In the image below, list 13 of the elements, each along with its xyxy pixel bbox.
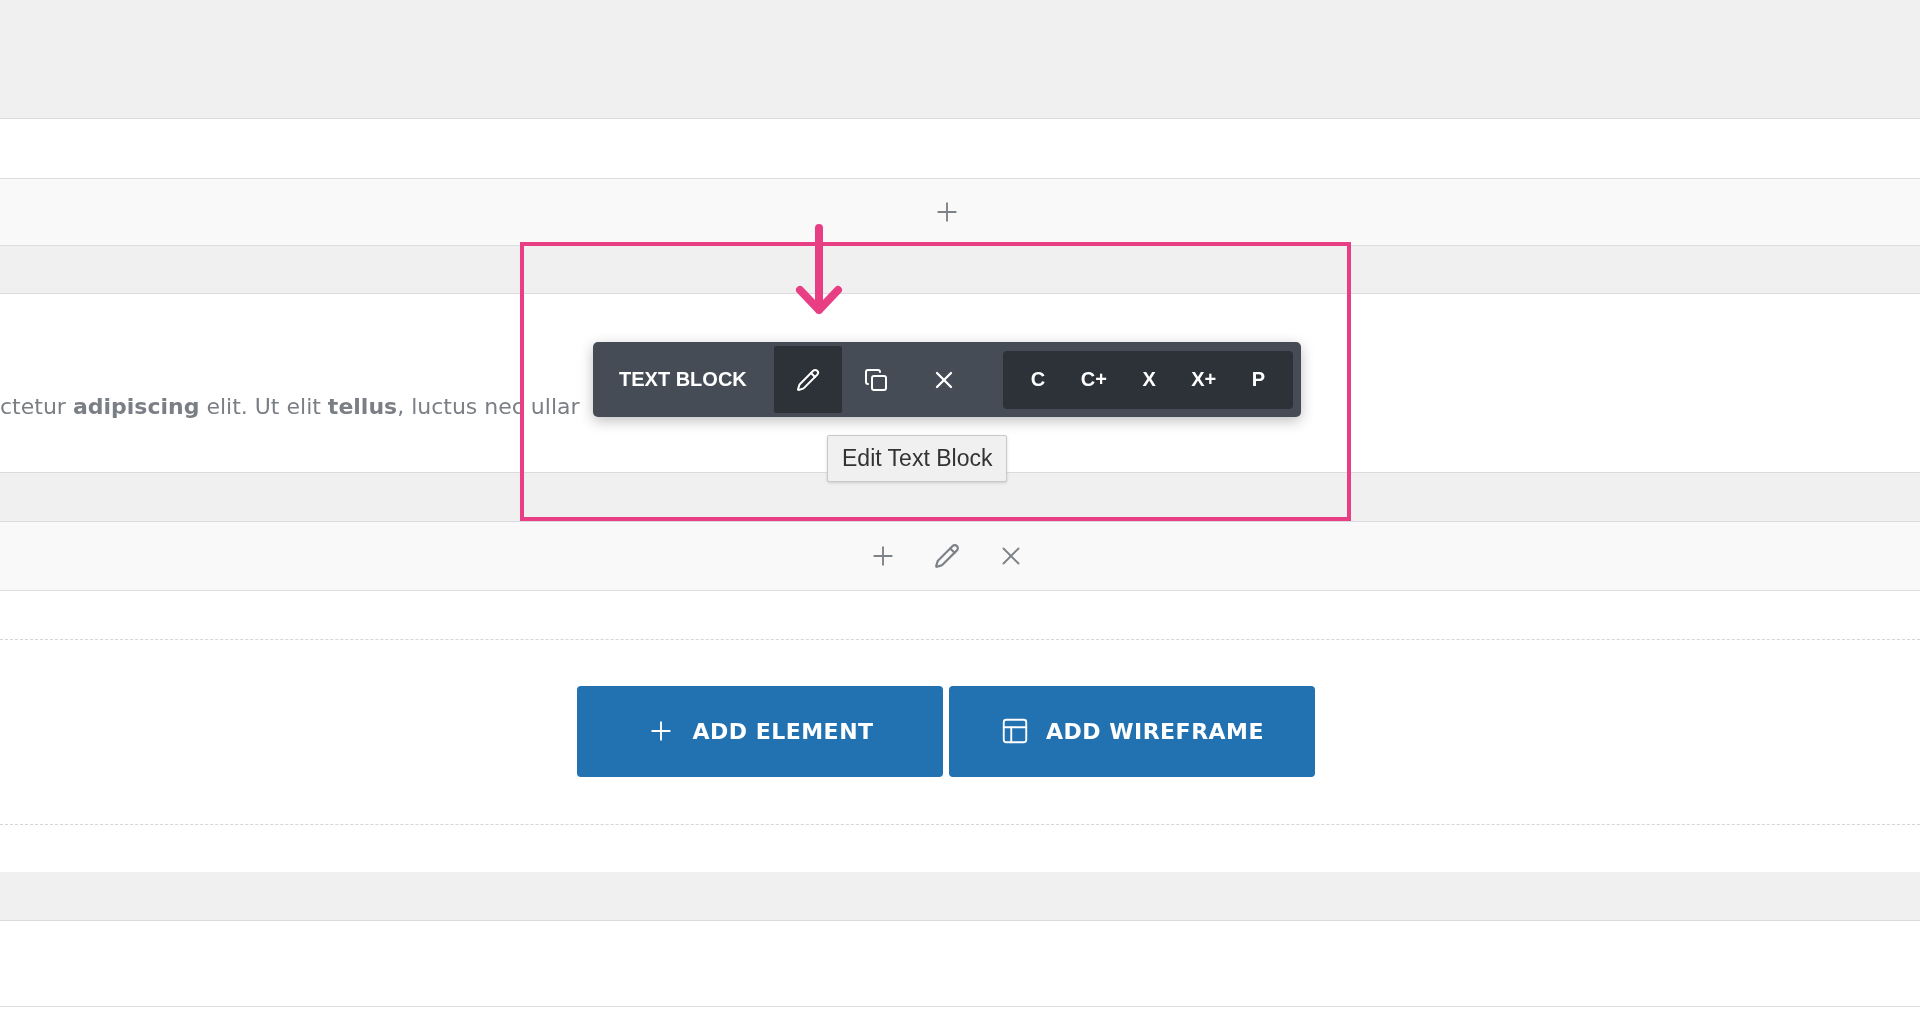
pencil-icon[interactable] [934,543,960,569]
add-button[interactable]: ADD ELEMENT [577,685,943,777]
copy-icon [863,367,888,392]
pencil-icon [795,367,820,392]
shortcut-button[interactable]: C+ [1076,362,1111,397]
shortcut-button[interactable]: C [1026,362,1050,397]
add-button[interactable]: ADD WIREFRAME [949,685,1315,777]
shortcut-button[interactable]: P [1247,362,1270,397]
shortcut-button[interactable]: X+ [1187,362,1221,397]
tooltip: Edit Text Block [827,435,1008,482]
toolbar-label: TEXT BLOCK [618,368,748,391]
edit-tool-button[interactable] [773,346,842,413]
shortcut-button[interactable]: X [1138,362,1160,397]
